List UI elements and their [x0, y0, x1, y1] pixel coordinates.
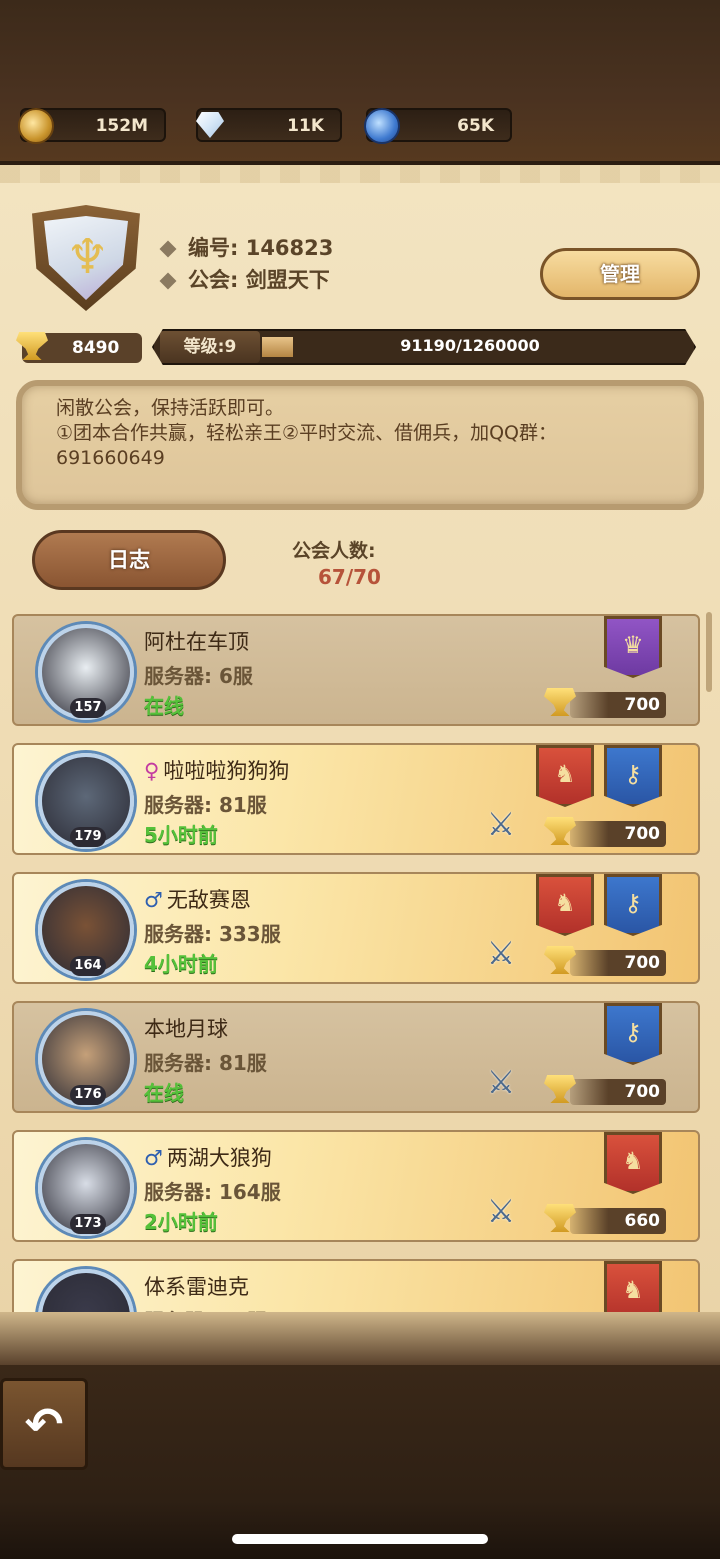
bullet-icon — [159, 272, 177, 290]
member-level-badge: 176 — [70, 1085, 106, 1105]
member-server: 服务器: 81服 — [144, 1051, 267, 1075]
member-avatar[interactable] — [38, 1269, 134, 1312]
member-status: 在线 — [144, 694, 184, 718]
female-icon: ♀ — [144, 759, 160, 783]
crossed-swords-icon[interactable]: ⚔ — [480, 803, 522, 845]
member-avatar[interactable]: 173 — [38, 1140, 134, 1236]
back-arrow-icon[interactable]: ↶ — [0, 1378, 88, 1470]
blue-banner-icon: ⚷ — [604, 874, 662, 936]
guild-name-line: 公会: 剑盟天下 — [159, 264, 330, 294]
member-score: 700 — [570, 1079, 666, 1105]
guild-exp-fill — [262, 337, 293, 357]
member-name-line: ♂ 无敌赛恩 — [144, 884, 251, 914]
member-name: 两湖大狼狗 — [166, 1146, 272, 1170]
notice-line: 闲散公会，保持活跃即可。 — [56, 397, 285, 419]
red-banner-icon: ♞ — [604, 1261, 662, 1312]
red-banner-icon: ♞ — [536, 745, 594, 807]
member-score: 700 — [570, 692, 666, 718]
gold-counter[interactable]: 152M — [18, 108, 166, 144]
member-status: 2小时前 — [144, 1210, 218, 1234]
blue-banner-icon: ⚷ — [604, 1003, 662, 1065]
bottom-bar — [0, 1365, 720, 1559]
member-row[interactable]: 173 ♂ 两湖大狼狗服务器: 164服 2小时前 ♞ ⚔ 660 — [12, 1130, 700, 1242]
member-level-badge: 179 — [70, 827, 106, 847]
member-row[interactable]: 164 ♂ 无敌赛恩服务器: 333服 4小时前 ♞ ⚷ ⚔ 700 — [12, 872, 700, 984]
member-server: 服务器: 81服 — [144, 1305, 267, 1312]
guild-level: 等级:9 — [160, 331, 260, 363]
diamond-value: 11K — [287, 116, 324, 136]
bottom-decoration — [0, 1312, 720, 1372]
coin-icon — [18, 108, 54, 144]
member-level-badge: 157 — [70, 698, 106, 718]
diamond-counter[interactable]: 11K — [196, 108, 342, 142]
member-server: 服务器: 6服 — [144, 664, 253, 688]
member-name-line: ♂ 两湖大狼狗 — [144, 1142, 272, 1172]
member-name-line: 阿杜在车顶 — [144, 626, 249, 656]
crystal-icon — [364, 108, 400, 144]
member-count-label: 公会人数: — [292, 540, 376, 562]
manage-button[interactable]: 管理 — [540, 248, 700, 300]
gold-value: 152M — [95, 116, 148, 136]
notice-line: ①团本合作共赢，轻松亲王②平时交流、借佣兵，加QQ群： — [56, 422, 557, 444]
member-row[interactable]: 179 ♀ 啦啦啦狗狗狗服务器: 81服 5小时前 ♞ ⚷ ⚔ 700 — [12, 743, 700, 855]
member-name-line: 本地月球 — [144, 1013, 228, 1043]
red-banner-icon: ♞ — [604, 1132, 662, 1194]
member-list[interactable]: 157 阿杜在车顶服务器: 6服 在线 ♛ 700 179 ♀ 啦啦啦狗狗狗服务器: 81服 5… — [0, 612, 720, 1312]
blue-banner-icon: ⚷ — [604, 745, 662, 807]
purple-banner-icon: ♛ — [604, 616, 662, 678]
guild-id-line: 编号: 146823 — [159, 232, 334, 262]
trident-icon: ♆ — [66, 229, 110, 285]
guild-name: 公会: 剑盟天下 — [188, 268, 330, 292]
diamond-icon — [192, 108, 228, 144]
member-avatar[interactable]: 164 — [38, 882, 134, 978]
crossed-swords-icon[interactable]: ⚔ — [480, 932, 522, 974]
home-indicator[interactable] — [232, 1534, 488, 1544]
guild-notice-text: 闲散公会，保持活跃即可。 ①团本合作共赢，轻松亲王②平时交流、借佣兵，加QQ群：… — [56, 396, 656, 471]
crossed-swords-icon[interactable]: ⚔ — [480, 1061, 522, 1103]
member-name-line: 体系雷迪克 — [144, 1271, 249, 1301]
member-status: 在线 — [144, 1081, 184, 1105]
male-icon: ♂ — [144, 1146, 163, 1170]
member-status: 4小时前 — [144, 952, 218, 976]
guild-id: 编号: 146823 — [188, 236, 334, 260]
member-count: 67/70 — [318, 565, 381, 589]
member-level-badge: 164 — [70, 956, 106, 976]
member-row[interactable]: 157 阿杜在车顶服务器: 6服 在线 ♛ 700 — [12, 614, 700, 726]
member-server: 服务器: 81服 — [144, 793, 267, 817]
member-row[interactable]: 体系雷迪克服务器: 81服 ♞ — [12, 1259, 700, 1312]
member-score: 700 — [570, 821, 666, 847]
crystal-counter[interactable]: 65K — [364, 108, 512, 144]
bullet-icon — [159, 240, 177, 258]
member-status: 5小时前 — [144, 823, 218, 847]
member-name: 本地月球 — [144, 1017, 228, 1041]
red-banner-icon: ♞ — [536, 874, 594, 936]
log-button[interactable]: 日志 — [32, 530, 226, 590]
male-icon: ♂ — [144, 888, 163, 912]
member-level-badge: 173 — [70, 1214, 106, 1234]
member-name: 体系雷迪克 — [144, 1275, 249, 1299]
member-avatar[interactable]: 179 — [38, 753, 134, 849]
member-score: 700 — [570, 950, 666, 976]
member-name: 无敌赛恩 — [166, 888, 251, 912]
member-avatar[interactable]: 157 — [38, 624, 134, 720]
notice-line: 691660649 — [56, 447, 165, 469]
member-name-line: ♀ 啦啦啦狗狗狗 — [144, 755, 289, 785]
guild-exp-text: 91190/1260000 — [400, 336, 540, 355]
guild-trophy-value: 8490 — [72, 338, 120, 358]
member-name: 阿杜在车顶 — [144, 630, 249, 654]
scrollbar[interactable] — [706, 612, 712, 692]
member-name: 啦啦啦狗狗狗 — [163, 759, 290, 783]
member-server: 服务器: 164服 — [144, 1180, 281, 1204]
member-score: 660 — [570, 1208, 666, 1234]
crystal-value: 65K — [457, 116, 494, 136]
panel-edge-decoration — [0, 165, 720, 183]
crossed-swords-icon[interactable]: ⚔ — [480, 1190, 522, 1232]
member-row[interactable]: 176 本地月球服务器: 81服 在线 ⚷ ⚔ 700 — [12, 1001, 700, 1113]
member-avatar[interactable]: 176 — [38, 1011, 134, 1107]
member-server: 服务器: 333服 — [144, 922, 281, 946]
